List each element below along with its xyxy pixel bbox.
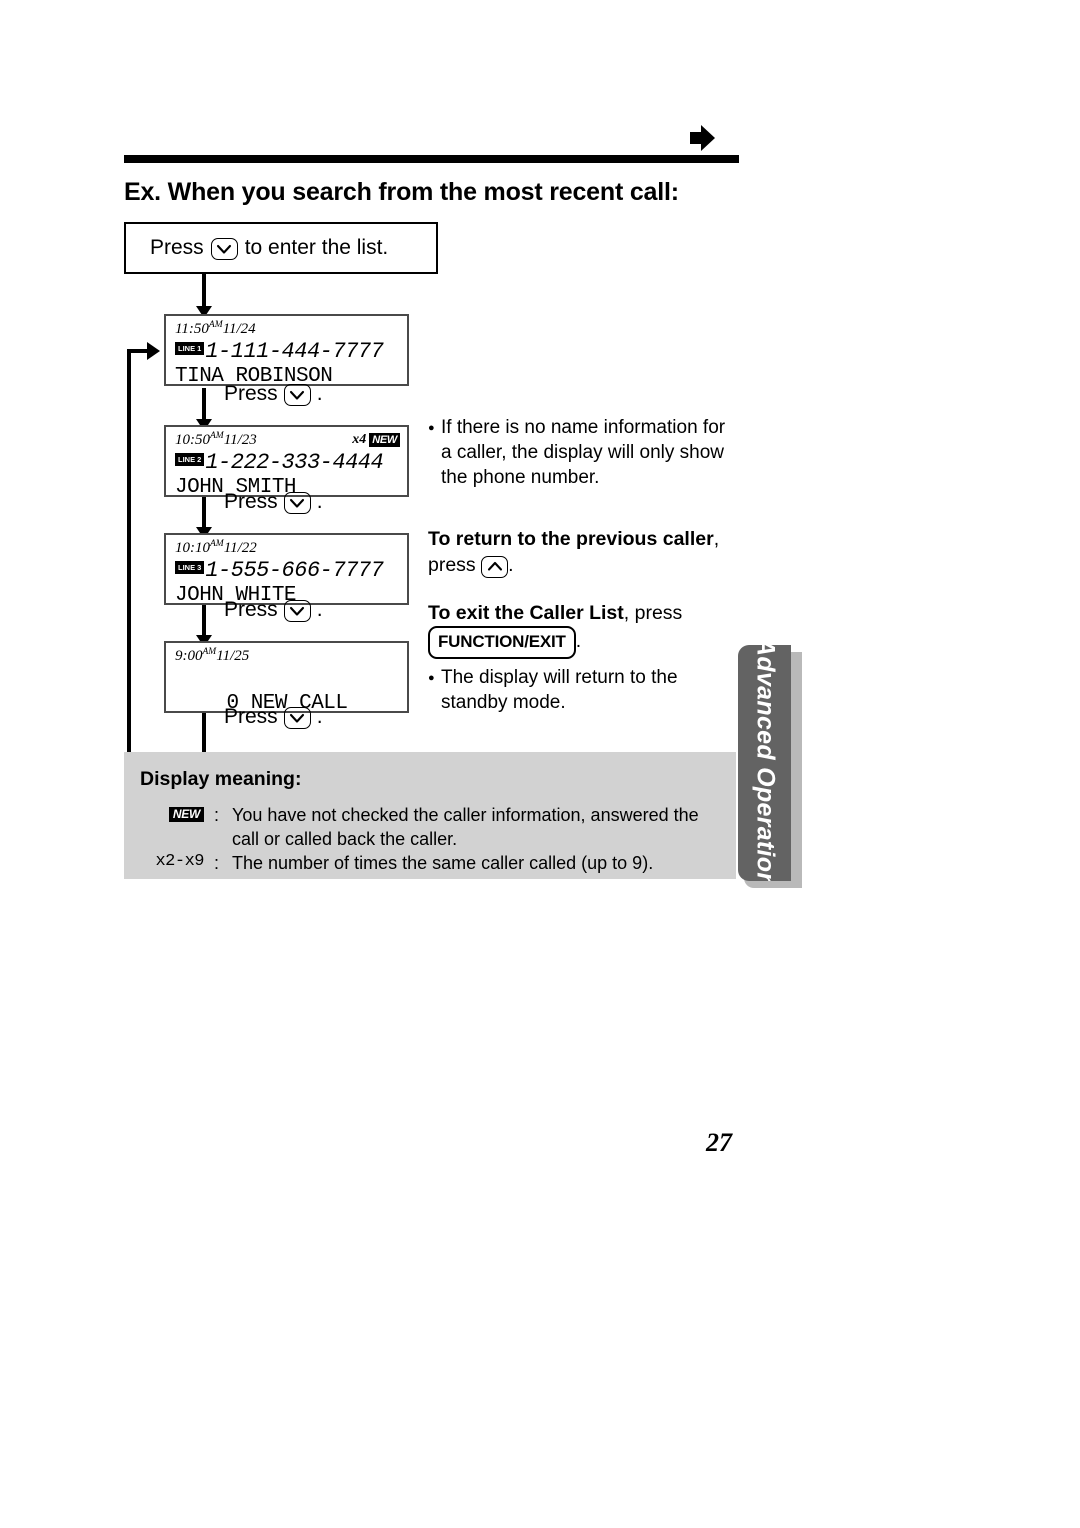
line-badge-icon: LINE 3	[175, 560, 205, 574]
display-meaning-key-0: NEW	[140, 805, 204, 823]
lcd-1-ampm: AM	[208, 320, 223, 330]
lcd-4-date: 11/25	[216, 647, 250, 664]
down-arrow-key-icon[interactable]	[283, 600, 311, 622]
press-label-1: Press .	[224, 382, 323, 406]
press-text-3: Press	[224, 598, 278, 621]
display-meaning-title: Display meaning:	[140, 768, 302, 790]
lcd-1-date: 11/24	[222, 320, 256, 337]
press-text-4: Press	[224, 705, 278, 728]
press-text-1: Press	[224, 382, 278, 405]
lcd-2-number: 1-222-333-4444	[205, 449, 384, 475]
lcd-display-3: 10:10 AM 11/22 LINE 3 1-555-666-7777 JOHN W…	[164, 533, 409, 607]
lcd-3-ampm: AM	[210, 539, 224, 549]
press-period-2: .	[316, 490, 323, 513]
lcd-2-ampm: AM	[210, 431, 224, 441]
lcd-3-number-row: LINE 3 1-555-666-7777	[175, 557, 407, 583]
function-exit-button[interactable]: FUNCTION/EXIT	[428, 626, 576, 659]
note-no-name: If there is no name information for a ca…	[428, 415, 728, 490]
down-arrow-key-icon[interactable]	[210, 238, 238, 260]
display-meaning-colon-1: :	[214, 853, 220, 873]
lcd-4-number-row	[175, 665, 407, 691]
lcd-1-timestamp: 11:50 AM 11/24	[175, 320, 407, 338]
page-title: Ex. When you search from the most recent…	[124, 178, 679, 206]
lcd-3-time: 10:10	[175, 539, 210, 556]
lcd-display-4: 9:00 AM 11/25 0 NEW CALL	[164, 641, 409, 715]
down-arrow-key-icon[interactable]	[283, 707, 311, 729]
display-meaning-colon-0: :	[214, 805, 220, 825]
down-arrow-key-icon[interactable]	[283, 384, 311, 406]
note-exit-period: .	[575, 630, 582, 652]
enter-after-label: to enter the list.	[244, 236, 389, 259]
lcd-2-timestamp: 10:50 AM 11/23 x4 NEW	[175, 431, 407, 449]
side-tab-advanced-operation: Advanced Operation	[738, 645, 791, 881]
note-exit-heading: To exit the Caller List, press FUNCTION/…	[428, 600, 728, 659]
note-return-period: .	[508, 554, 514, 576]
enter-list-box: Press to enter the list.	[124, 222, 438, 274]
lcd-4-timestamp: 9:00 AM 11/25	[175, 647, 407, 665]
press-period-1: .	[316, 382, 323, 405]
display-meaning-text-0: You have not checked the caller informat…	[232, 805, 699, 849]
note-return-heading: To return to the previous caller, press …	[428, 526, 728, 578]
lcd-display-1: 11:50 AM 11/24 LINE 1 1-111-444-7777 TINA R…	[164, 314, 409, 388]
lcd-3-number: 1-555-666-7777	[205, 557, 384, 583]
press-label-3: Press .	[224, 598, 323, 622]
manual-page: Ex. When you search from the most recent…	[0, 0, 1080, 1528]
up-arrow-key-icon[interactable]	[481, 555, 509, 578]
press-label-2: Press .	[224, 490, 323, 514]
lcd-4-time: 9:00	[175, 647, 203, 664]
lcd-3-date: 11/22	[223, 539, 257, 556]
header-rule	[124, 155, 739, 163]
lcd-3-timestamp: 10:10 AM 11/22	[175, 539, 407, 557]
line-badge-icon: LINE 2	[175, 452, 205, 466]
lcd-4-ampm: AM	[202, 647, 217, 657]
notes-column: If there is no name information for a ca…	[428, 415, 728, 715]
lcd-1-number: 1-111-444-7777	[205, 338, 384, 364]
lcd-2-time: 10:50	[175, 431, 210, 448]
press-text-2: Press	[224, 490, 278, 513]
press-label-4: Press .	[224, 705, 323, 729]
new-badge-icon: NEW	[168, 807, 204, 822]
side-tab-label: Advanced Operation	[751, 645, 779, 881]
note-standby: The display will return to the standby m…	[428, 665, 728, 715]
lcd-2-number-row: LINE 2 1-222-333-4444	[175, 449, 407, 475]
display-meaning-text-1: The number of times the same caller call…	[232, 853, 654, 873]
lcd-1-number-row: LINE 1 1-111-444-7777	[175, 338, 407, 364]
note-exit-bold: To exit the Caller List	[428, 602, 624, 624]
lcd-2-date: 11/23	[223, 431, 257, 448]
lcd-display-2: 10:50 AM 11/23 x4 NEW LINE 2 1-222-333-4444 …	[164, 425, 409, 499]
lcd-2-count: x4	[352, 432, 367, 447]
down-arrow-key-icon[interactable]	[283, 492, 311, 514]
new-badge-icon: NEW	[369, 433, 400, 447]
enter-press-label: Press	[150, 236, 204, 259]
display-meaning-panel: Display meaning: NEW : You have not chec…	[124, 752, 736, 879]
page-number: 27	[706, 1128, 732, 1157]
note-return-bold: To return to the previous caller	[428, 528, 714, 550]
press-period-3: .	[316, 598, 323, 621]
lcd-1-time: 11:50	[175, 320, 209, 337]
lcd-2-count-group: x4 NEW	[352, 432, 400, 448]
display-meaning-key-1: x2-x9	[155, 852, 204, 871]
note-exit-rest: , press	[623, 602, 683, 624]
press-period-4: .	[316, 705, 323, 728]
line-badge-icon: LINE 1	[175, 341, 205, 355]
